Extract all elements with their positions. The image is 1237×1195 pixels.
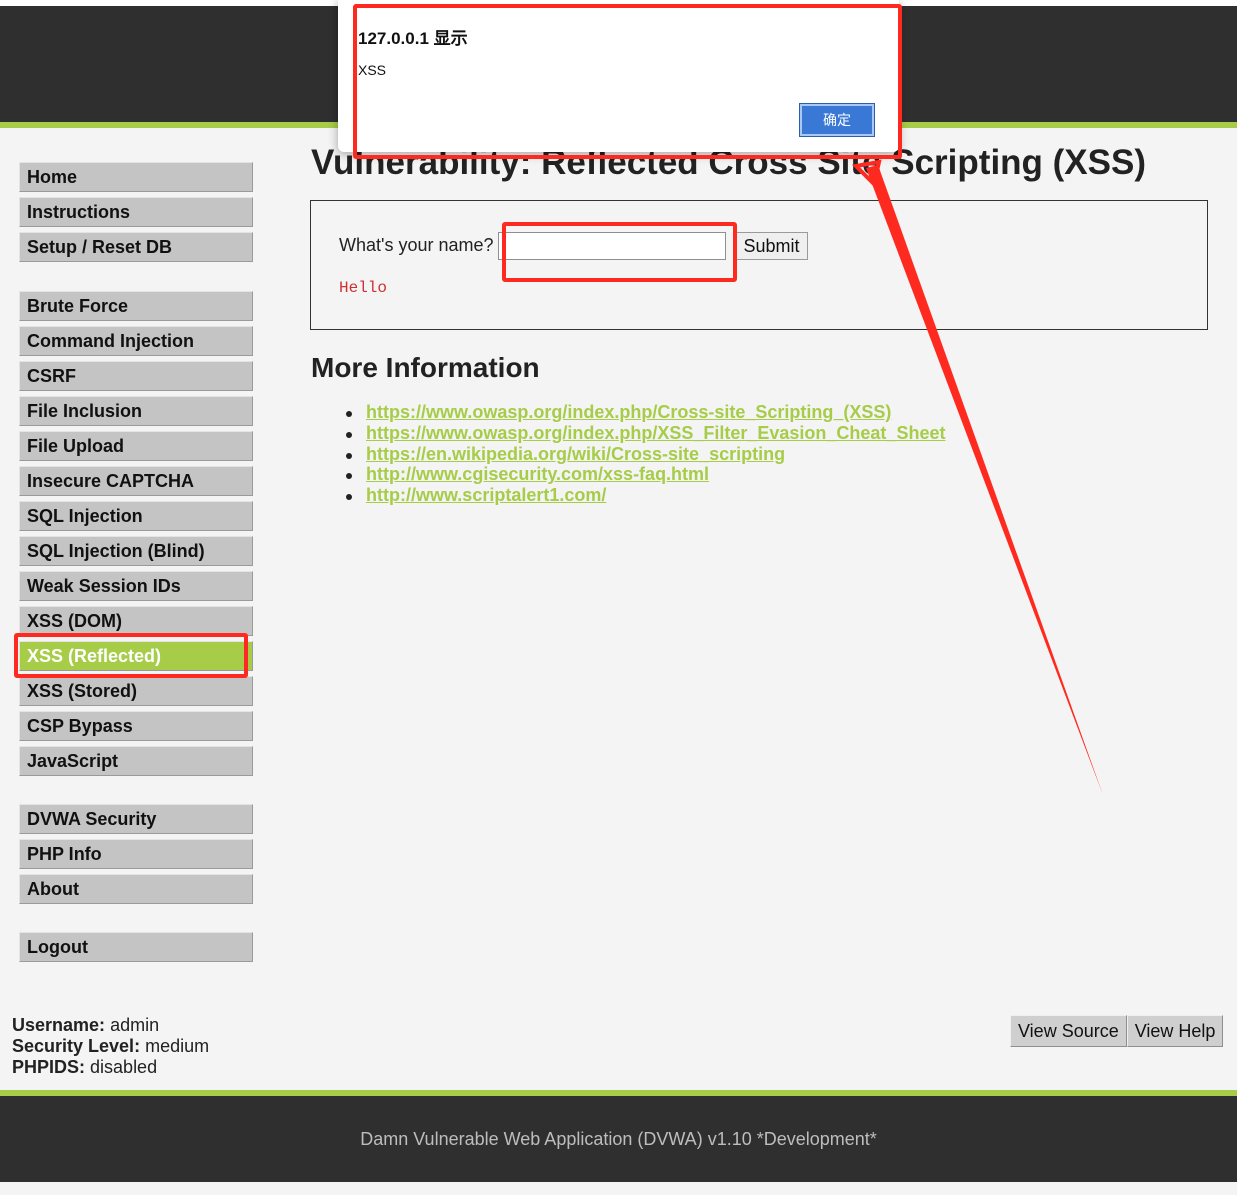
menu-item-sql-injection[interactable]: SQL Injection bbox=[19, 501, 253, 531]
menu-item-command-injection[interactable]: Command Injection bbox=[19, 326, 253, 356]
menu-item-about[interactable]: About bbox=[19, 874, 253, 904]
list-item: https://en.wikipedia.org/wiki/Cross-site… bbox=[346, 444, 945, 465]
username-row: Username: admin bbox=[12, 1015, 209, 1036]
link-wikipedia-xss[interactable]: https://en.wikipedia.org/wiki/Cross-site… bbox=[366, 444, 785, 464]
menu-item-file-inclusion[interactable]: File Inclusion bbox=[19, 396, 253, 426]
phpids-row: PHPIDS: disabled bbox=[12, 1057, 209, 1078]
security-level-label: Security Level: bbox=[12, 1036, 141, 1056]
menu-item-php-info[interactable]: PHP Info bbox=[19, 839, 253, 869]
page-actions: View Source View Help bbox=[1010, 1015, 1224, 1047]
more-info-heading: More Information bbox=[311, 352, 540, 383]
phpids-label: PHPIDS: bbox=[12, 1057, 86, 1077]
menu-item-insecure-captcha[interactable]: Insecure CAPTCHA bbox=[19, 466, 253, 496]
footer-text: Damn Vulnerable Web Application (DVWA) v… bbox=[360, 1129, 877, 1149]
menu-item-sql-injection-blind[interactable]: SQL Injection (Blind) bbox=[19, 536, 253, 566]
menu-item-xss-dom[interactable]: XSS (DOM) bbox=[19, 606, 253, 636]
name-input[interactable] bbox=[498, 232, 726, 260]
alert-title: 127.0.0.1 显示 bbox=[358, 29, 468, 48]
alert-message: XSS bbox=[358, 62, 387, 78]
menu-item-xss-stored[interactable]: XSS (Stored) bbox=[19, 676, 253, 706]
security-level-value: medium bbox=[145, 1036, 210, 1056]
phpids-value: disabled bbox=[90, 1057, 158, 1077]
username-value: admin bbox=[110, 1015, 160, 1035]
menu-item-csrf[interactable]: CSRF bbox=[19, 361, 253, 391]
menu-item-xss-reflected[interactable]: XSS (Reflected) bbox=[19, 641, 253, 671]
list-item: https://www.owasp.org/index.php/XSS_Filt… bbox=[346, 423, 945, 444]
list-item: http://www.cgisecurity.com/xss-faq.html bbox=[346, 464, 945, 485]
view-source-button[interactable]: View Source bbox=[1010, 1015, 1127, 1047]
submit-button[interactable]: Submit bbox=[735, 232, 808, 260]
vulnerable-form-box: What's your name? Submit Hello bbox=[310, 200, 1208, 330]
alert-dialog: 127.0.0.1 显示 XSS 确定 bbox=[338, 0, 899, 152]
link-owasp-xss-filter-evasion[interactable]: https://www.owasp.org/index.php/XSS_Filt… bbox=[366, 423, 945, 443]
link-owasp-xss[interactable]: https://www.owasp.org/index.php/Cross-si… bbox=[366, 402, 891, 422]
list-item: http://www.scriptalert1.com/ bbox=[346, 485, 945, 506]
site-footer: Damn Vulnerable Web Application (DVWA) v… bbox=[0, 1096, 1237, 1182]
menu-item-file-upload[interactable]: File Upload bbox=[19, 431, 253, 461]
security-level-row: Security Level: medium bbox=[12, 1036, 209, 1057]
reflected-output: Hello bbox=[339, 279, 388, 297]
username-label: Username: bbox=[12, 1015, 106, 1035]
link-cgisecurity-xss-faq[interactable]: http://www.cgisecurity.com/xss-faq.html bbox=[366, 464, 709, 484]
menu-item-setup-reset-db[interactable]: Setup / Reset DB bbox=[19, 232, 253, 262]
menu-item-logout[interactable]: Logout bbox=[19, 932, 253, 962]
more-info-links: https://www.owasp.org/index.php/Cross-si… bbox=[346, 402, 945, 506]
menu-item-csp-bypass[interactable]: CSP Bypass bbox=[19, 711, 253, 741]
menu-item-home[interactable]: Home bbox=[19, 162, 253, 192]
alert-ok-button[interactable]: 确定 bbox=[799, 103, 875, 137]
user-info: Username: admin Security Level: medium P… bbox=[12, 1015, 209, 1078]
menu-item-dvwa-security[interactable]: DVWA Security bbox=[19, 804, 253, 834]
menu-item-weak-session-ids[interactable]: Weak Session IDs bbox=[19, 571, 253, 601]
menu-item-javascript[interactable]: JavaScript bbox=[19, 746, 253, 776]
menu-item-brute-force[interactable]: Brute Force bbox=[19, 291, 253, 321]
menu-item-instructions[interactable]: Instructions bbox=[19, 197, 253, 227]
list-item: https://www.owasp.org/index.php/Cross-si… bbox=[346, 402, 945, 423]
link-scriptalert1[interactable]: http://www.scriptalert1.com/ bbox=[366, 485, 606, 505]
view-help-button[interactable]: View Help bbox=[1126, 1015, 1224, 1047]
name-label: What's your name? bbox=[339, 235, 494, 255]
